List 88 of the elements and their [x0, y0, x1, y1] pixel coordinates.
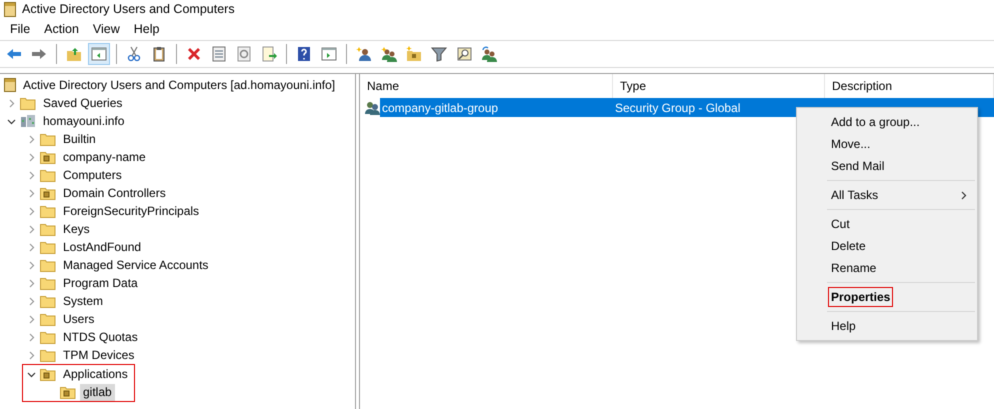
folder-icon — [40, 330, 56, 344]
ou-folder-icon — [40, 150, 56, 164]
expand-chevron-icon[interactable] — [26, 260, 36, 270]
pane-icon[interactable] — [321, 46, 337, 62]
app-icon — [4, 2, 16, 16]
group-icon — [364, 100, 380, 115]
back-arrow-icon[interactable] — [6, 46, 22, 62]
expand-chevron-icon[interactable] — [26, 224, 36, 234]
new-ou-icon[interactable] — [406, 46, 422, 62]
ou-folder-icon — [60, 386, 76, 398]
properties-icon[interactable] — [211, 46, 227, 62]
expand-chevron-icon[interactable] — [26, 170, 36, 180]
delete-x-icon[interactable] — [186, 46, 202, 62]
collapse-chevron-icon[interactable] — [6, 116, 16, 126]
folder-icon — [40, 348, 56, 362]
help-icon[interactable] — [296, 46, 312, 62]
menu-item[interactable]: Rename — [797, 257, 977, 279]
tree-item[interactable]: Builtin — [60, 130, 99, 148]
folder-icon — [40, 258, 56, 272]
tree-item[interactable]: homayouni.info — [40, 112, 128, 130]
folder-icon — [40, 240, 56, 254]
console-icon — [4, 78, 16, 92]
add-to-group-icon[interactable] — [481, 46, 497, 62]
tree-item[interactable]: Applications — [60, 366, 131, 382]
expand-chevron-icon[interactable] — [26, 332, 36, 342]
menu-item[interactable]: Action — [37, 22, 86, 36]
folder-icon — [40, 222, 56, 236]
expand-chevron-icon[interactable] — [26, 296, 36, 306]
filter-icon[interactable] — [431, 46, 447, 62]
expand-chevron-icon[interactable] — [26, 242, 36, 252]
folder-up-icon[interactable] — [66, 46, 82, 62]
expand-chevron-icon[interactable] — [26, 278, 36, 288]
forward-arrow-icon[interactable] — [31, 46, 47, 62]
new-group-icon[interactable] — [381, 46, 397, 62]
tree-item[interactable]: Domain Controllers — [60, 184, 169, 202]
expand-chevron-icon[interactable] — [26, 350, 36, 360]
expand-chevron-icon[interactable] — [26, 188, 36, 198]
menu-item[interactable]: Properties — [797, 286, 977, 308]
refresh-icon[interactable] — [236, 46, 252, 62]
ou-folder-icon — [40, 186, 56, 200]
menu-item[interactable]: Cut — [797, 213, 977, 235]
menu-item[interactable]: File — [3, 22, 38, 36]
expand-chevron-icon[interactable] — [6, 98, 16, 108]
menu-item[interactable]: Help — [126, 22, 166, 36]
scissors-icon[interactable] — [126, 46, 142, 62]
folder-icon — [40, 132, 56, 146]
pane-icon[interactable] — [91, 46, 107, 62]
tree-item[interactable]: TPM Devices — [60, 346, 138, 364]
menu-item[interactable]: View — [86, 22, 127, 36]
expand-chevron-icon[interactable] — [26, 206, 36, 216]
tree-item[interactable]: Active Directory Users and Computers [ad.homayouni.info] — [20, 76, 338, 94]
collapse-chevron-icon[interactable] — [26, 370, 36, 378]
tree-item[interactable]: Keys — [60, 220, 93, 238]
tree-item[interactable]: Computers — [60, 166, 125, 184]
menu-item[interactable]: All Tasks — [797, 184, 977, 206]
tree-item[interactable]: Users — [60, 310, 98, 328]
tree-item[interactable]: Managed Service Accounts — [60, 256, 212, 274]
new-user-icon[interactable] — [356, 46, 372, 62]
group-type: Security Group - Global — [614, 100, 742, 114]
tree-item[interactable]: ForeignSecurityPrincipals — [60, 202, 202, 220]
submenu-chevron-icon — [961, 190, 967, 200]
folder-icon — [40, 294, 56, 308]
folder-icon — [40, 168, 56, 182]
expand-chevron-icon[interactable] — [26, 314, 36, 324]
expand-chevron-icon[interactable] — [26, 152, 36, 162]
tree-item[interactable]: Program Data — [60, 274, 141, 292]
domain-icon — [20, 114, 36, 128]
clipboard-icon[interactable] — [151, 46, 167, 62]
export-list-icon[interactable] — [261, 46, 277, 62]
window-title: Active Directory Users and Computers — [22, 2, 235, 16]
folder-icon — [40, 276, 56, 290]
expand-chevron-icon[interactable] — [26, 134, 36, 144]
folder-icon — [20, 96, 36, 110]
tree-item[interactable]: NTDS Quotas — [60, 328, 141, 346]
menu-item[interactable]: Send Mail — [797, 155, 977, 177]
tree-item[interactable]: company-name — [60, 148, 149, 166]
menu-item[interactable]: Delete — [797, 235, 977, 257]
tree-item[interactable]: gitlab — [80, 384, 115, 400]
folder-icon — [40, 312, 56, 326]
ou-folder-icon — [40, 368, 56, 380]
tree-item[interactable]: LostAndFound — [60, 238, 144, 256]
find-icon[interactable] — [456, 46, 472, 62]
folder-icon — [40, 204, 56, 218]
tree-item[interactable]: System — [60, 292, 106, 310]
tree-item[interactable]: Saved Queries — [40, 94, 126, 112]
menu-item[interactable]: Move... — [797, 133, 977, 155]
group-name: company-gitlab-group — [381, 100, 500, 114]
menu-item[interactable]: Help — [797, 315, 977, 337]
